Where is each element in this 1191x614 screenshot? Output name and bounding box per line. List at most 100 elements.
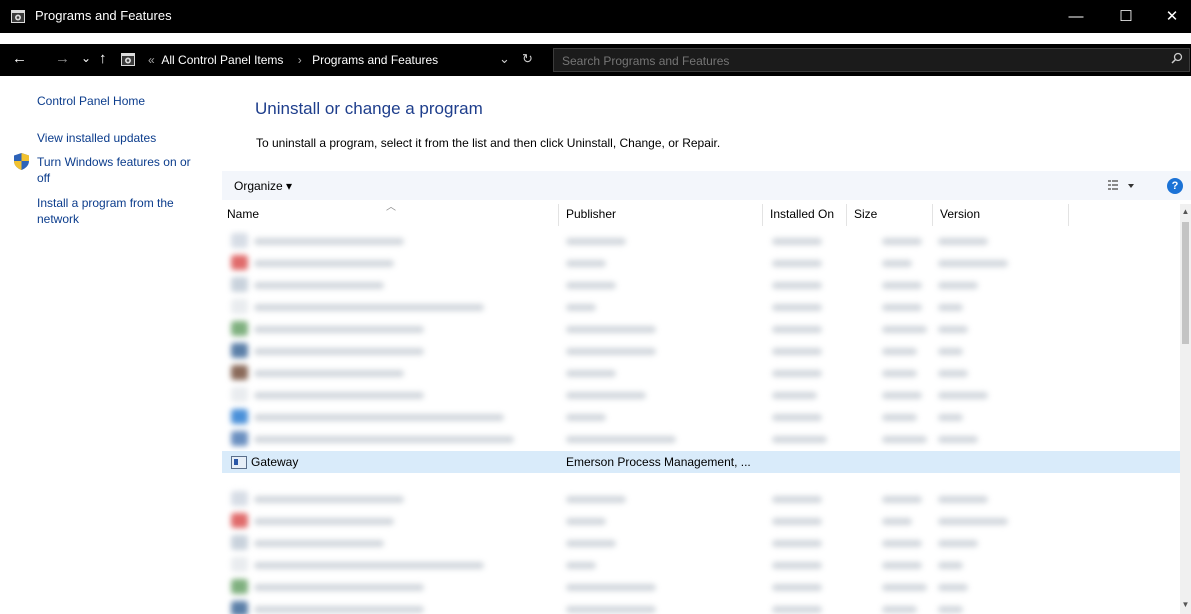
redacted-cell — [254, 260, 394, 267]
redacted-cell — [254, 370, 404, 377]
table-row[interactable] — [222, 554, 1180, 576]
redacted-cell — [882, 260, 912, 267]
search-input[interactable] — [560, 51, 1164, 71]
turn-windows-features-link-line2[interactable]: off — [37, 171, 50, 186]
table-row[interactable] — [222, 340, 1180, 362]
vertical-scrollbar[interactable]: ▲ ▼ — [1180, 204, 1191, 614]
redacted-cell — [254, 496, 404, 503]
program-icon — [231, 557, 248, 572]
breadcrumb-all-control-panel-items[interactable]: All Control Panel Items — [161, 53, 283, 67]
organize-button[interactable]: Organize ▾ — [234, 179, 292, 193]
redacted-cell — [882, 370, 917, 377]
table-row[interactable] — [222, 406, 1180, 428]
scroll-up-icon[interactable]: ▲ — [1180, 207, 1191, 216]
table-row[interactable] — [222, 274, 1180, 296]
redacted-cell — [938, 540, 978, 547]
redacted-cell — [772, 606, 822, 613]
search-box[interactable] — [553, 48, 1190, 72]
search-icon[interactable] — [1171, 52, 1183, 64]
breadcrumb-programs-and-features[interactable]: Programs and Features — [312, 53, 438, 67]
close-button[interactable]: ✕ — [1149, 0, 1191, 33]
redacted-cell — [254, 348, 424, 355]
redacted-cell — [566, 260, 606, 267]
redacted-cell — [938, 348, 963, 355]
back-button[interactable]: ← — [12, 50, 27, 67]
column-header-publisher[interactable]: Publisher — [566, 207, 616, 221]
redacted-cell — [566, 326, 656, 333]
table-row[interactable] — [222, 510, 1180, 532]
column-divider[interactable] — [762, 204, 763, 226]
address-dropdown-button[interactable]: ⌄ — [499, 51, 510, 67]
table-row[interactable] — [222, 532, 1180, 554]
column-divider[interactable] — [1068, 204, 1069, 226]
redacted-cell — [772, 370, 822, 377]
scrollbar-thumb[interactable] — [1182, 222, 1189, 344]
redacted-cell — [882, 584, 927, 591]
program-icon — [231, 387, 248, 402]
page-title: Uninstall or change a program — [255, 99, 483, 118]
table-row[interactable] — [222, 576, 1180, 598]
redacted-cell — [566, 370, 616, 377]
redacted-cell — [938, 370, 968, 377]
table-row[interactable] — [222, 296, 1180, 318]
maximize-button[interactable]: ☐ — [1103, 0, 1149, 33]
column-header-version[interactable]: Version — [940, 207, 980, 221]
redacted-cell — [254, 436, 514, 443]
program-icon — [231, 491, 248, 506]
recent-locations-button[interactable]: ⌄ — [81, 51, 91, 65]
help-icon[interactable]: ? — [1167, 178, 1183, 194]
redacted-cell — [882, 496, 922, 503]
redacted-cell — [566, 562, 596, 569]
breadcrumb-overflow[interactable]: « — [148, 53, 155, 67]
scroll-down-icon[interactable]: ▼ — [1180, 600, 1191, 609]
install-from-network-link[interactable]: Install a program from the — [37, 196, 174, 211]
redacted-cell — [254, 584, 424, 591]
change-view-icon[interactable] — [1107, 178, 1137, 194]
column-header-installed-on[interactable]: Installed On — [770, 207, 834, 221]
redacted-cell — [938, 326, 968, 333]
redacted-cell — [882, 436, 927, 443]
table-row[interactable] — [222, 384, 1180, 406]
table-row[interactable] — [222, 428, 1180, 450]
redacted-cell — [882, 414, 917, 421]
redacted-cell — [566, 282, 616, 289]
table-row-selected[interactable]: Gateway Emerson Process Management, ... — [222, 451, 1180, 473]
redacted-cell — [882, 282, 922, 289]
column-divider[interactable] — [558, 204, 559, 226]
view-installed-updates-link[interactable]: View installed updates — [37, 131, 156, 146]
control-panel-home-link[interactable]: Control Panel Home — [37, 94, 145, 109]
redacted-cell — [938, 562, 963, 569]
redacted-cell — [772, 496, 822, 503]
table-row[interactable] — [222, 318, 1180, 340]
table-row[interactable] — [222, 362, 1180, 384]
column-divider[interactable] — [932, 204, 933, 226]
redacted-cell — [938, 606, 963, 613]
program-list[interactable] — [222, 228, 1180, 614]
program-icon — [231, 255, 248, 270]
chevron-right-icon[interactable]: › — [298, 53, 302, 67]
instructions-text: To uninstall a program, select it from t… — [256, 136, 721, 150]
refresh-button[interactable]: ↻ — [522, 51, 533, 67]
table-row[interactable] — [222, 230, 1180, 252]
up-button[interactable]: ↑ — [99, 50, 107, 67]
redacted-cell — [566, 392, 646, 399]
turn-windows-features-link[interactable]: Turn Windows features on or — [37, 155, 191, 170]
column-header-size[interactable]: Size — [854, 207, 877, 221]
control-panel-icon — [121, 53, 135, 66]
column-header-name[interactable]: Name — [227, 207, 259, 221]
redacted-cell — [938, 414, 963, 421]
redacted-cell — [772, 304, 822, 311]
program-icon — [231, 321, 248, 336]
redacted-cell — [882, 518, 912, 525]
table-row[interactable] — [222, 488, 1180, 510]
minimize-button[interactable]: — — [1053, 0, 1099, 33]
program-icon — [231, 277, 248, 292]
redacted-cell — [938, 496, 988, 503]
redacted-cell — [772, 238, 822, 245]
table-row[interactable] — [222, 252, 1180, 274]
forward-button[interactable]: → — [55, 50, 70, 67]
install-from-network-link-line2[interactable]: network — [37, 212, 79, 227]
column-divider[interactable] — [846, 204, 847, 226]
redacted-cell — [254, 304, 484, 311]
table-row[interactable] — [222, 598, 1180, 614]
